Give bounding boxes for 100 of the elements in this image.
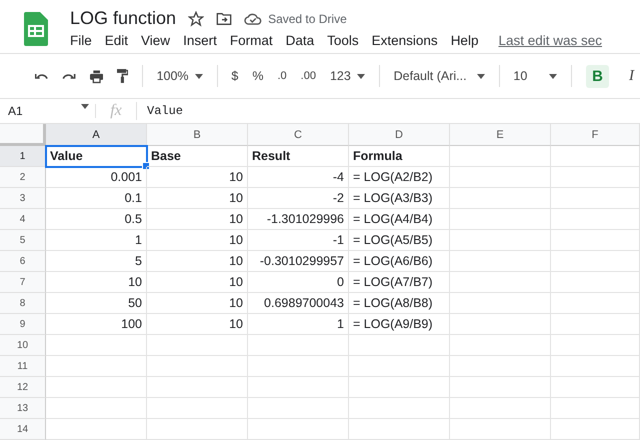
redo-icon[interactable] <box>62 71 76 81</box>
row-header[interactable]: 11 <box>0 356 46 377</box>
number-format-dropdown[interactable]: 123 <box>330 69 365 83</box>
currency-button[interactable]: $ <box>231 67 238 85</box>
bold-button[interactable]: B <box>586 64 609 88</box>
table-cell[interactable] <box>349 356 450 377</box>
table-cell[interactable]: 10 <box>147 209 248 230</box>
table-cell[interactable]: 100 <box>46 314 147 335</box>
table-cell[interactable] <box>551 251 640 272</box>
table-cell[interactable] <box>551 167 640 188</box>
menu-item[interactable]: Edit <box>104 33 128 48</box>
table-cell[interactable] <box>450 314 551 335</box>
table-cell[interactable]: 10 <box>147 272 248 293</box>
table-cell[interactable]: 10 <box>147 188 248 209</box>
row-header[interactable]: 13 <box>0 398 46 419</box>
table-cell[interactable]: Base <box>147 146 248 167</box>
row-header[interactable]: 2 <box>0 167 46 188</box>
table-cell[interactable] <box>551 209 640 230</box>
table-cell[interactable]: 0.5 <box>46 209 147 230</box>
table-cell[interactable]: -1.301029996 <box>248 209 349 230</box>
last-edit-link[interactable]: Last edit was sec <box>498 33 602 48</box>
menu-item[interactable]: Data <box>286 33 314 48</box>
font-size-dropdown[interactable]: 10 <box>513 69 558 83</box>
table-cell[interactable] <box>551 335 640 356</box>
row-header[interactable]: 12 <box>0 377 46 398</box>
table-cell[interactable] <box>248 398 349 419</box>
column-header[interactable]: D <box>349 124 450 146</box>
table-cell[interactable] <box>248 356 349 377</box>
menu-item[interactable]: Format <box>230 33 273 48</box>
table-cell[interactable] <box>248 335 349 356</box>
table-cell[interactable] <box>349 398 450 419</box>
table-cell[interactable]: -2 <box>248 188 349 209</box>
table-cell[interactable] <box>450 188 551 209</box>
font-dropdown[interactable]: Default (Ari... <box>394 69 485 83</box>
cloud-check-icon[interactable] <box>244 12 262 25</box>
row-header[interactable]: 5 <box>0 230 46 251</box>
move-folder-icon[interactable] <box>216 12 232 26</box>
percent-button[interactable]: % <box>252 67 264 85</box>
row-header[interactable]: 7 <box>0 272 46 293</box>
table-cell[interactable] <box>551 398 640 419</box>
row-header[interactable]: 10 <box>0 335 46 356</box>
table-cell[interactable] <box>551 314 640 335</box>
table-cell[interactable] <box>46 419 147 440</box>
table-cell[interactable]: 10 <box>147 230 248 251</box>
table-cell[interactable]: 0.6989700043 <box>248 293 349 314</box>
table-cell[interactable]: 1 <box>248 314 349 335</box>
table-cell[interactable]: Result <box>248 146 349 167</box>
table-cell[interactable]: = LOG(A3/B3) <box>349 188 450 209</box>
table-cell[interactable] <box>46 356 147 377</box>
italic-button[interactable]: I <box>622 64 640 88</box>
row-header[interactable]: 9 <box>0 314 46 335</box>
table-cell[interactable] <box>450 293 551 314</box>
name-box[interactable]: A1 <box>0 104 96 118</box>
row-header[interactable]: 6 <box>0 251 46 272</box>
menu-item[interactable]: View <box>141 33 170 48</box>
table-cell[interactable] <box>450 272 551 293</box>
menu-item[interactable]: Insert <box>183 33 217 48</box>
menu-item[interactable]: Tools <box>327 33 359 48</box>
table-cell[interactable]: -1 <box>248 230 349 251</box>
table-cell[interactable] <box>450 230 551 251</box>
table-cell[interactable] <box>147 419 248 440</box>
row-header[interactable]: 4 <box>0 209 46 230</box>
table-cell[interactable] <box>46 398 147 419</box>
table-cell[interactable]: -4 <box>248 167 349 188</box>
table-cell[interactable] <box>551 230 640 251</box>
table-cell[interactable] <box>450 398 551 419</box>
table-cell[interactable]: 0.1 <box>46 188 147 209</box>
column-header[interactable]: E <box>450 124 551 146</box>
table-cell[interactable]: 10 <box>147 314 248 335</box>
table-cell[interactable] <box>450 356 551 377</box>
table-cell[interactable] <box>147 356 248 377</box>
star-icon[interactable] <box>188 10 204 26</box>
formula-input[interactable]: Value <box>137 104 184 118</box>
increase-decimal-button[interactable]: .00 <box>300 68 316 84</box>
table-cell[interactable] <box>450 377 551 398</box>
table-cell[interactable]: = LOG(A5/B5) <box>349 230 450 251</box>
table-cell[interactable] <box>349 377 450 398</box>
table-cell[interactable] <box>450 146 551 167</box>
table-cell[interactable]: = LOG(A2/B2) <box>349 167 450 188</box>
table-cell[interactable] <box>349 335 450 356</box>
table-cell[interactable]: 0.001 <box>46 167 147 188</box>
document-title[interactable]: LOG function <box>70 8 176 29</box>
table-cell[interactable] <box>551 293 640 314</box>
table-cell[interactable] <box>46 335 147 356</box>
table-cell[interactable]: -0.3010299957 <box>248 251 349 272</box>
table-cell[interactable]: 50 <box>46 293 147 314</box>
row-header[interactable]: 3 <box>0 188 46 209</box>
table-cell[interactable] <box>551 146 640 167</box>
column-header[interactable]: C <box>248 124 349 146</box>
row-header[interactable]: 14 <box>0 419 46 440</box>
undo-icon[interactable] <box>35 71 48 81</box>
column-header[interactable]: A <box>46 124 147 146</box>
paint-roller-icon[interactable] <box>116 68 128 84</box>
table-cell[interactable]: 10 <box>46 272 147 293</box>
print-icon[interactable] <box>90 68 103 84</box>
table-cell[interactable] <box>551 188 640 209</box>
table-cell[interactable] <box>349 419 450 440</box>
table-cell[interactable] <box>450 335 551 356</box>
table-cell[interactable] <box>450 419 551 440</box>
table-cell[interactable]: = LOG(A6/B6) <box>349 251 450 272</box>
